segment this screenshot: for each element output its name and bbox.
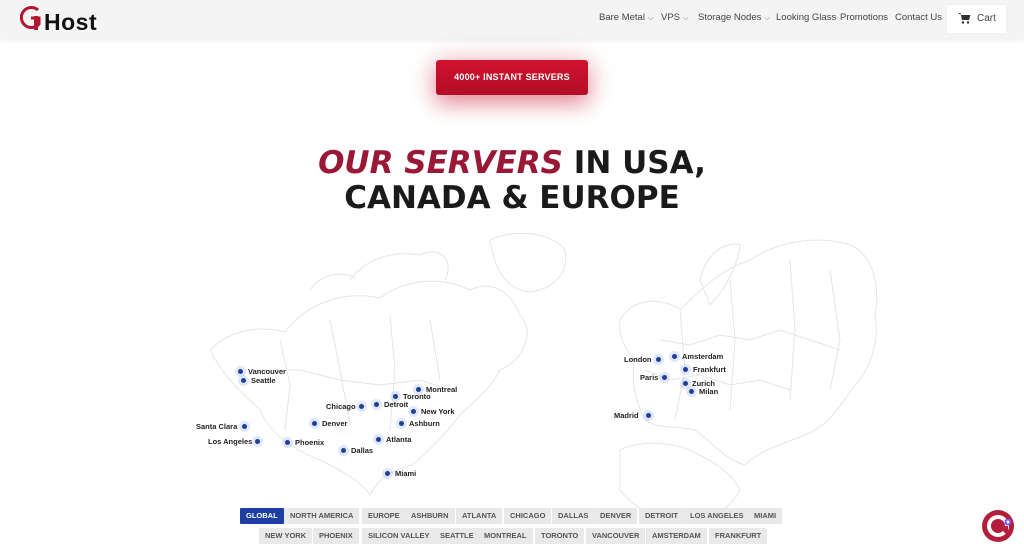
tab-chicago[interactable]: CHICAGO — [504, 508, 552, 524]
tab-atlanta[interactable]: ATLANTA — [456, 508, 503, 524]
pin-label-madrid: Madrid — [614, 411, 639, 420]
map-pin[interactable] — [238, 369, 243, 374]
map-pin[interactable] — [374, 402, 379, 407]
map-pin[interactable] — [656, 357, 661, 362]
pin-label-chicago: Chicago — [326, 402, 356, 411]
pin-label-vancouver: Vancouver — [248, 367, 286, 376]
pin-label-paris: Paris — [640, 373, 659, 382]
chat-icon — [987, 515, 1012, 537]
tab-new-york[interactable]: NEW YORK — [259, 528, 313, 544]
pin-label-santa-clara: Santa Clara — [196, 422, 238, 431]
pin-label-ashburn: Ashburn — [409, 419, 440, 428]
map-pin[interactable] — [385, 471, 390, 476]
map-pin[interactable] — [399, 421, 404, 426]
pin-label-atlanta: Atlanta — [386, 435, 412, 444]
tab-seattle[interactable]: SEATTLE — [434, 528, 480, 544]
map-pin[interactable] — [341, 448, 346, 453]
pin-label-dallas: Dallas — [351, 446, 374, 455]
map-pin[interactable] — [683, 381, 688, 386]
tab-frankfurt[interactable]: FRANKFURT — [709, 528, 768, 544]
tab-denver[interactable]: DENVER — [594, 508, 638, 524]
pin-label-phoenix: Phoenix — [295, 438, 325, 447]
map-pin[interactable] — [312, 421, 317, 426]
map-pin[interactable] — [646, 413, 651, 418]
map-pin[interactable] — [662, 375, 667, 380]
map-pin[interactable] — [689, 389, 694, 394]
tab-montreal[interactable]: MONTREAL — [478, 528, 533, 544]
chat-widget-button[interactable] — [982, 510, 1014, 542]
tab-silicon-valley[interactable]: SILICON VALLEY — [362, 528, 436, 544]
map-pin[interactable] — [393, 394, 398, 399]
map-pin[interactable] — [672, 354, 677, 359]
tab-ashburn[interactable]: ASHBURN — [405, 508, 455, 524]
pin-label-los-angeles: Los Angeles — [208, 437, 253, 446]
tab-toronto[interactable]: TORONTO — [535, 528, 585, 544]
map-pins: Vancouver Seattle Montreal Toronto Detro… — [0, 0, 1024, 553]
map-pin[interactable] — [285, 440, 290, 445]
tab-vancouver[interactable]: VANCOUVER — [586, 528, 646, 544]
tab-north-america[interactable]: NORTH AMERICA — [284, 508, 360, 524]
tab-detroit[interactable]: DETROIT — [639, 508, 684, 524]
pin-label-detroit: Detroit — [384, 400, 409, 409]
pin-label-milan: Milan — [699, 387, 719, 396]
pin-label-london: London — [624, 355, 652, 364]
map-pin[interactable] — [241, 378, 246, 383]
map-pin[interactable] — [255, 439, 260, 444]
map-pin[interactable] — [411, 409, 416, 414]
tab-amsterdam[interactable]: AMSTERDAM — [646, 528, 707, 544]
pin-label-frankfurt: Frankfurt — [693, 365, 726, 374]
map-pin[interactable] — [376, 437, 381, 442]
pin-label-miami: Miami — [395, 469, 417, 478]
pin-label-amsterdam: Amsterdam — [682, 352, 724, 361]
tab-phoenix[interactable]: PHOENIX — [313, 528, 359, 544]
pin-label-seattle: Seattle — [251, 376, 276, 385]
tab-global[interactable]: GLOBAL — [240, 508, 284, 524]
pin-label-denver: Denver — [322, 419, 348, 428]
map-pin[interactable] — [359, 404, 364, 409]
tab-europe[interactable]: EUROPE — [362, 508, 406, 524]
tab-dallas[interactable]: DALLAS — [552, 508, 595, 524]
tab-miami[interactable]: MIAMI — [748, 508, 783, 524]
map-pin[interactable] — [683, 367, 688, 372]
pin-label-new-york: New York — [421, 407, 455, 416]
map-pin[interactable] — [242, 424, 247, 429]
tab-los-angeles[interactable]: LOS ANGELES — [684, 508, 750, 524]
